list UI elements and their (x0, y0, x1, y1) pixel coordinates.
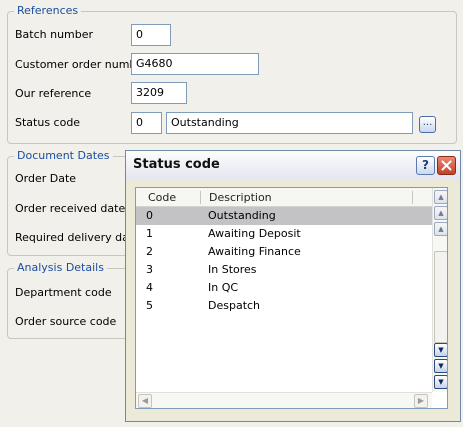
table-row[interactable]: 2 Awaiting Finance (136, 243, 432, 261)
scroll-bottom-icon[interactable]: ▼ (434, 375, 447, 389)
scroll-right-icon[interactable]: ▶ (414, 394, 428, 408)
row-code: 2 (146, 245, 153, 258)
row-description: Outstanding (208, 209, 276, 222)
column-header-description[interactable]: Description (209, 191, 272, 204)
table-row[interactable]: 0 Outstanding (136, 207, 432, 225)
table-row[interactable]: 1 Awaiting Deposit (136, 225, 432, 243)
scroll-left-icon[interactable]: ◀ (138, 394, 152, 408)
column-divider[interactable] (412, 191, 413, 204)
scroll-down-icon[interactable]: ▼ (434, 343, 447, 357)
status-code-popup: Status code ? Code Description 0 Outstan… (125, 150, 461, 422)
customer-order-number-label: Customer order number (15, 58, 148, 71)
status-code-field[interactable]: 0 (131, 112, 162, 134)
references-legend: References (14, 4, 82, 17)
batch-number-label: Batch number (15, 28, 94, 41)
department-code-label: Department code (15, 286, 112, 299)
row-code: 1 (146, 227, 153, 240)
order-date-label: Order Date (15, 172, 77, 185)
page-down-icon[interactable]: ▼ (434, 359, 447, 373)
scroll-up-icon[interactable]: ▲ (434, 222, 447, 236)
column-header-code[interactable]: Code (148, 191, 176, 204)
our-reference-label: Our reference (15, 87, 92, 100)
help-button[interactable]: ? (416, 156, 435, 175)
row-description: In QC (208, 281, 239, 294)
row-description: Awaiting Deposit (208, 227, 301, 240)
popup-title: Status code (133, 157, 220, 172)
row-description: Awaiting Finance (208, 245, 301, 258)
column-divider[interactable] (200, 191, 201, 204)
customer-order-number-field[interactable]: G4680 (131, 53, 259, 75)
page-up-icon[interactable]: ▲ (434, 206, 447, 220)
row-description: In Stores (208, 263, 257, 276)
order-received-date-label: Order received date (15, 202, 126, 215)
analysis-details-group: Analysis Details (7, 261, 132, 339)
required-delivery-date-label: Required delivery date (15, 231, 140, 244)
close-button[interactable] (437, 156, 456, 175)
our-reference-field[interactable]: 3209 (131, 82, 187, 104)
scroll-thumb[interactable] (434, 251, 447, 343)
status-code-grid: Code Description 0 Outstanding 1 Awaitin… (135, 187, 448, 409)
status-lookup-button[interactable]: ... (419, 116, 436, 133)
table-row[interactable]: 4 In QC (136, 279, 432, 297)
table-row[interactable]: 3 In Stores (136, 261, 432, 279)
status-description-field: Outstanding (166, 112, 413, 134)
document-dates-legend: Document Dates (14, 149, 113, 162)
row-code: 4 (146, 281, 153, 294)
scroll-top-icon[interactable]: ▲ (434, 190, 447, 204)
status-code-label: Status code (15, 116, 81, 129)
close-icon (441, 160, 452, 171)
grid-header: Code Description (136, 188, 432, 207)
horizontal-scrollbar[interactable]: ◀ ▶ (136, 392, 432, 408)
order-source-code-label: Order source code (15, 315, 117, 328)
row-description: Despatch (208, 299, 261, 312)
batch-number-field[interactable]: 0 (131, 24, 171, 46)
analysis-details-legend: Analysis Details (14, 261, 107, 274)
vertical-scrollbar[interactable]: ▲ ▲ ▲ ▼ ▼ ▼ (432, 188, 447, 392)
popup-titlebar[interactable]: Status code ? (126, 151, 460, 179)
table-row[interactable]: 5 Despatch (136, 297, 432, 315)
row-code: 0 (146, 209, 153, 222)
row-code: 5 (146, 299, 153, 312)
row-code: 3 (146, 263, 153, 276)
